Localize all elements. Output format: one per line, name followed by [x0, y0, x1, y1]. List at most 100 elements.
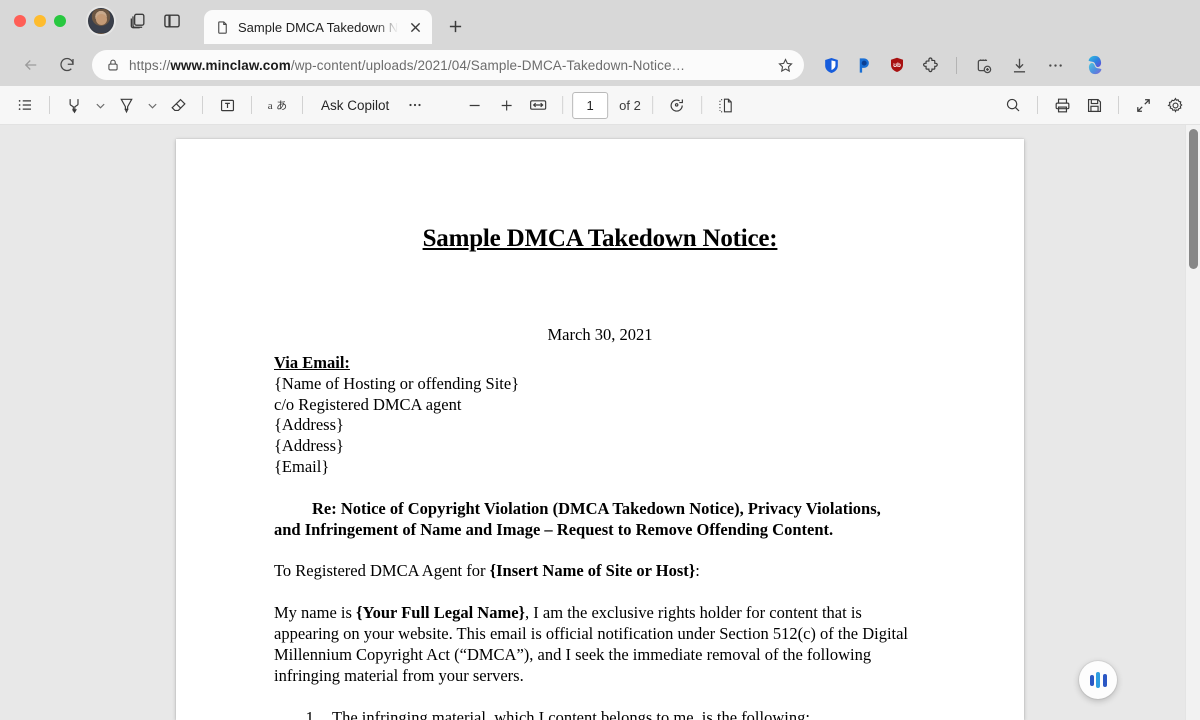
pdf-page: Sample DMCA Takedown Notice: March 30, 2… [176, 139, 1024, 720]
minus-icon [469, 104, 480, 106]
copilot-icon [1088, 55, 1102, 75]
browser-tab[interactable]: Sample DMCA Takedown Notic [204, 10, 432, 44]
svg-text:ʊb: ʊb [893, 62, 901, 69]
pdf-toolbar-left: a あ Ask Copilot [10, 90, 430, 120]
rotate-icon [670, 98, 684, 112]
zoom-in-button[interactable] [491, 90, 521, 120]
body-paragraph: My name is {Your Full Legal Name}, I am … [274, 603, 926, 686]
scrollbar-thumb[interactable] [1189, 129, 1198, 269]
tab-title: Sample DMCA Takedown Notic [238, 19, 398, 35]
salutation-prefix: To Registered DMCA Agent for [274, 561, 490, 581]
shield-icon [824, 57, 838, 73]
reload-icon [60, 57, 74, 72]
expand-arrows-icon [1136, 98, 1150, 112]
add-text-button[interactable] [212, 90, 242, 120]
browser-settings-button[interactable] [1040, 50, 1070, 80]
toolbar-divider [251, 96, 252, 114]
salutation-placeholder: {Insert Name of Site or Host} [489, 561, 696, 581]
back-button[interactable] [16, 50, 46, 80]
toolbar-divider [651, 96, 653, 114]
document-date: March 30, 2021 [547, 325, 653, 344]
collections-button[interactable] [968, 50, 998, 80]
more-tools-button[interactable] [400, 90, 430, 120]
pdf-extension-icon[interactable] [849, 50, 879, 80]
tab-strip: Sample DMCA Takedown Notic [0, 0, 1200, 44]
browser-window: Sample DMCA Takedown Notic [0, 0, 1200, 720]
search-button[interactable] [998, 90, 1028, 120]
plus-icon [501, 100, 512, 110]
url-domain: www.minclaw.com [170, 57, 291, 73]
zoom-out-button[interactable] [459, 90, 489, 120]
extensions-puzzle-icon[interactable] [915, 50, 945, 80]
print-button[interactable] [1047, 90, 1077, 120]
scrollbar-track[interactable] [1185, 125, 1200, 720]
tab-groups-icon[interactable] [128, 11, 148, 31]
copilot-bar-1 [1089, 674, 1094, 686]
puzzle-piece-icon [922, 56, 938, 72]
toolbar-divider [49, 96, 50, 114]
salutation-suffix: : [695, 561, 700, 581]
ink-color-dropdown[interactable] [143, 90, 161, 120]
plus-icon [449, 20, 461, 32]
copilot-fab-button[interactable] [1079, 661, 1117, 699]
document-icon [218, 20, 227, 34]
search-icon [1006, 98, 1020, 112]
translate-icon: a あ [268, 99, 287, 112]
lock-icon [108, 59, 118, 71]
downloads-button[interactable] [1004, 50, 1034, 80]
highlighter-icon [69, 98, 79, 113]
address-line: {Address} [274, 415, 344, 435]
ink-button[interactable] [111, 90, 141, 120]
window-traffic-lights [14, 0, 66, 44]
read-aloud-button[interactable]: a あ [261, 90, 293, 120]
body-prefix: My name is [274, 603, 357, 623]
ask-copilot-button[interactable]: Ask Copilot [312, 90, 398, 120]
url-path: /wp-content/uploads/2021/04/Sample-DMCA-… [290, 57, 686, 73]
favorite-star-icon[interactable] [777, 57, 794, 74]
rotate-button[interactable] [662, 90, 692, 120]
pdf-toolbar-right [998, 90, 1190, 120]
pdf-toolbar-center: 1 of 2 [459, 90, 741, 120]
immersive-reader-button[interactable] [1128, 90, 1158, 120]
erase-button[interactable] [163, 90, 193, 120]
address-block: Via Email: {Name of Hosting or offending… [274, 353, 926, 478]
reload-button[interactable] [52, 50, 82, 80]
copilot-button[interactable] [1082, 52, 1108, 78]
page-number-input[interactable]: 1 [572, 91, 609, 119]
close-tab-button[interactable] [406, 18, 424, 36]
toolbar-divider [700, 96, 702, 114]
save-button[interactable] [1079, 90, 1109, 120]
url-prefix: https:// [129, 57, 171, 73]
letter-p-icon [859, 57, 869, 73]
minimize-window-button[interactable] [34, 15, 46, 27]
body-placeholder: {Your Full Legal Name} [356, 603, 526, 623]
gear-icon [1167, 96, 1182, 113]
ellipsis-icon [409, 103, 421, 107]
add-to-collections-icon [977, 58, 991, 73]
split-screen-icon[interactable] [162, 11, 182, 31]
arrow-left-icon [24, 60, 37, 70]
list-item: 1. The infringing material, which I cont… [274, 708, 926, 720]
highlight-color-dropdown[interactable] [91, 90, 109, 120]
pdf-toolbar: a あ Ask Copilot 1 of 2 [0, 86, 1200, 125]
page-view-button[interactable] [711, 90, 741, 120]
fit-to-width-button[interactable] [523, 90, 553, 120]
highlight-button[interactable] [59, 90, 89, 120]
download-icon [1013, 58, 1025, 73]
settings-button[interactable] [1160, 90, 1190, 120]
bitwarden-extension-icon[interactable] [816, 50, 846, 80]
document-title: Sample DMCA Takedown Notice: [422, 225, 778, 252]
maximize-window-button[interactable] [54, 15, 66, 27]
pdf-viewer[interactable]: Sample DMCA Takedown Notice: March 30, 2… [0, 125, 1200, 720]
table-of-contents-button[interactable] [10, 90, 40, 120]
address-bar[interactable]: https://www.minclaw.com/wp-content/uploa… [92, 50, 804, 80]
save-disk-icon [1087, 98, 1101, 112]
chrome-left-icons [88, 0, 182, 44]
list-item-number: 1. [305, 708, 318, 720]
new-tab-button[interactable] [440, 11, 470, 41]
profile-avatar[interactable] [88, 8, 114, 34]
list-item-text: The infringing material, which I content… [332, 708, 810, 720]
ublock-origin-extension-icon[interactable]: ʊb [882, 50, 912, 80]
shield-icon: ʊb [891, 57, 903, 73]
close-window-button[interactable] [14, 15, 26, 27]
